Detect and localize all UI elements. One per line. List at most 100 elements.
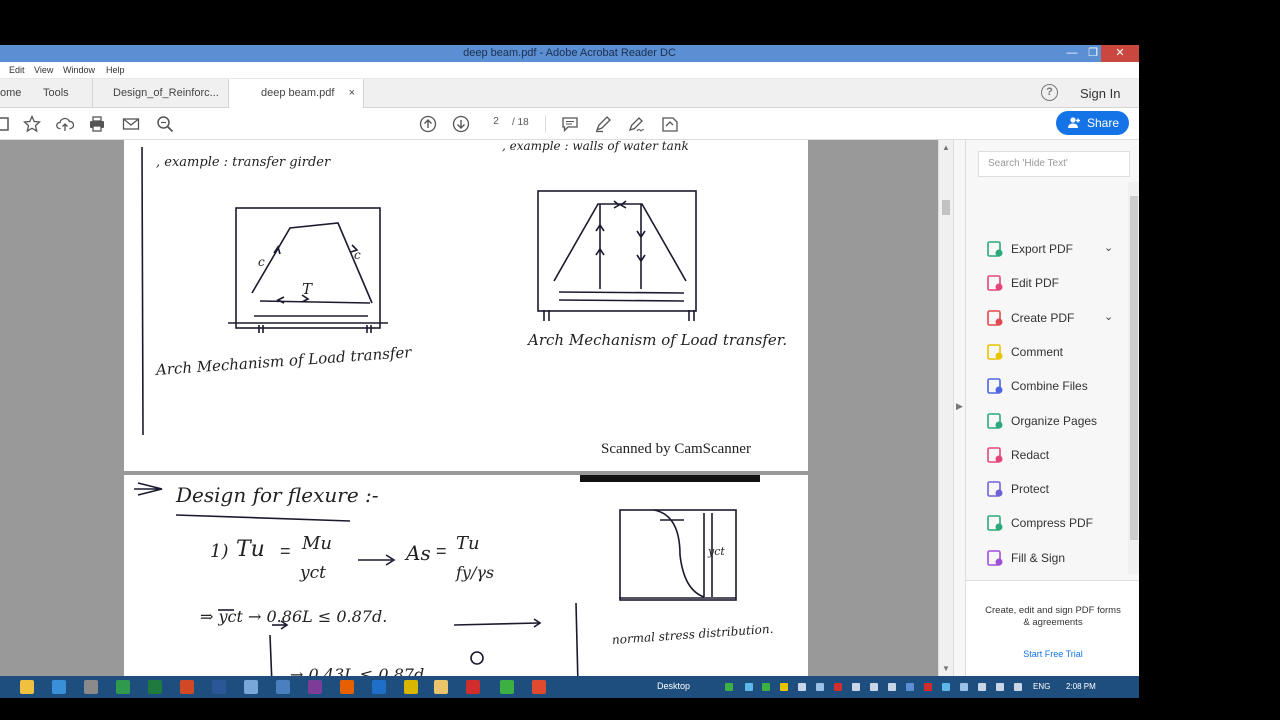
window-title: deep beam.pdf - Adobe Acrobat Reader DC bbox=[463, 47, 676, 59]
cloud-upload-icon[interactable] bbox=[56, 115, 75, 133]
desktop-toolbar-label[interactable]: Desktop bbox=[657, 681, 690, 691]
acrobat-window: deep beam.pdf - Adobe Acrobat Reader DC … bbox=[0, 45, 1139, 676]
scroll-down-icon[interactable]: ▼ bbox=[942, 664, 950, 673]
tool-combine-files[interactable]: Combine Files bbox=[986, 375, 1136, 397]
tray-icon[interactable] bbox=[834, 683, 842, 691]
scrollbar-thumb[interactable] bbox=[942, 200, 950, 215]
tray-icon[interactable] bbox=[745, 683, 753, 691]
outlook-icon[interactable] bbox=[372, 680, 386, 694]
language-indicator[interactable]: ENG bbox=[1033, 682, 1050, 691]
menu-edit[interactable]: Edit bbox=[9, 65, 25, 75]
tab-tools[interactable]: Tools bbox=[43, 79, 83, 108]
tray-icon[interactable] bbox=[870, 683, 878, 691]
tool-protect[interactable]: Protect bbox=[986, 478, 1136, 500]
tray-icon[interactable] bbox=[780, 683, 788, 691]
menu-view[interactable]: View bbox=[34, 65, 53, 75]
tray-icon[interactable] bbox=[852, 683, 860, 691]
tension-label: T bbox=[302, 280, 313, 298]
export-pdf-icon bbox=[987, 241, 1003, 257]
eq-lever-arm: ⇒ yct → 0.86L ≤ 0.87d. bbox=[200, 607, 388, 626]
highlight-pen-icon[interactable] bbox=[594, 115, 612, 133]
fill-sign-pen-icon[interactable] bbox=[627, 115, 645, 133]
battery-icon[interactable] bbox=[1014, 683, 1022, 691]
tray-icon[interactable] bbox=[725, 683, 733, 691]
tool-edit-pdf[interactable]: Edit PDF bbox=[986, 272, 1136, 294]
chevron-down-icon[interactable]: ⌄ bbox=[1104, 310, 1113, 323]
network-icon[interactable] bbox=[978, 683, 986, 691]
tray-icon[interactable] bbox=[798, 683, 806, 691]
acrobat-icon[interactable] bbox=[466, 680, 480, 694]
email-icon[interactable] bbox=[122, 115, 140, 133]
help-icon[interactable]: ? bbox=[1041, 84, 1058, 101]
document-view[interactable]: , example : transfer girder , example : … bbox=[0, 140, 938, 676]
page-total: / 18 bbox=[512, 117, 529, 128]
tool-fill-sign[interactable]: Fill & Sign bbox=[986, 547, 1136, 569]
tool-export-pdf[interactable]: Export PDF ⌄ bbox=[986, 238, 1136, 260]
menu-help[interactable]: Help bbox=[106, 65, 125, 75]
comment-icon[interactable] bbox=[561, 115, 579, 133]
close-button[interactable]: ✕ bbox=[1101, 45, 1139, 62]
internet-explorer-icon[interactable] bbox=[52, 680, 66, 694]
print-icon[interactable] bbox=[88, 115, 106, 133]
excel-green-icon[interactable] bbox=[116, 680, 130, 694]
folder-icon[interactable] bbox=[434, 680, 448, 694]
comment-icon bbox=[987, 344, 1003, 360]
tab-deep-beam[interactable]: deep beam.pdf × bbox=[228, 79, 364, 109]
promo-text: Create, edit and sign PDF forms & agreem… bbox=[985, 605, 1121, 628]
tool-redact[interactable]: Redact bbox=[986, 444, 1136, 466]
tray-icon[interactable] bbox=[942, 683, 950, 691]
toolbar-separator bbox=[545, 115, 546, 133]
previous-page-icon[interactable] bbox=[419, 115, 437, 133]
tool-label: Create PDF bbox=[1011, 310, 1075, 325]
tools-pane-scrollbar[interactable] bbox=[1128, 182, 1139, 574]
tab-design-of-reinforc[interactable]: Design_of_Reinforc... bbox=[113, 79, 223, 108]
camtasia-green-icon[interactable] bbox=[500, 680, 514, 694]
firefox-icon[interactable] bbox=[340, 680, 354, 694]
pdf-page-2: Design for flexure :- 1) Tu = Mu yct As … bbox=[124, 475, 808, 676]
scrollbar-thumb[interactable] bbox=[1130, 196, 1138, 540]
tab-label: Design_of_Reinforc... bbox=[113, 87, 219, 99]
onenote-icon[interactable] bbox=[308, 680, 322, 694]
menu-bar: Edit View Window Help bbox=[0, 62, 1139, 79]
tool-comment[interactable]: Comment bbox=[986, 341, 1136, 363]
notepad-icon[interactable] bbox=[244, 680, 258, 694]
tools-search-input[interactable]: Search 'Hide Text' bbox=[978, 151, 1130, 177]
bookmark-star-icon[interactable] bbox=[22, 114, 42, 133]
sticker-sign-icon[interactable] bbox=[661, 115, 679, 133]
start-free-trial-link[interactable]: Start Free Trial bbox=[966, 649, 1139, 659]
chevron-down-icon[interactable]: ⌄ bbox=[1104, 241, 1113, 254]
close-tab-icon[interactable]: × bbox=[349, 79, 355, 107]
sign-in-button[interactable]: Sign In bbox=[1080, 86, 1120, 101]
tray-icon[interactable] bbox=[960, 683, 968, 691]
tool-compress-pdf[interactable]: Compress PDF bbox=[986, 512, 1136, 534]
autocad-icon[interactable] bbox=[404, 680, 418, 694]
file-explorer-icon[interactable] bbox=[20, 680, 34, 694]
app-blue-icon[interactable] bbox=[276, 680, 290, 694]
menu-window[interactable]: Window bbox=[63, 65, 95, 75]
volume-icon[interactable] bbox=[996, 683, 1004, 691]
tab-home[interactable]: ome bbox=[0, 79, 40, 108]
word-icon[interactable] bbox=[212, 680, 226, 694]
excel-icon[interactable] bbox=[148, 680, 162, 694]
page-number-input[interactable]: 2 bbox=[483, 116, 509, 132]
document-scrollbar[interactable]: ▲ ▼ bbox=[938, 140, 953, 676]
tray-icon[interactable] bbox=[888, 683, 896, 691]
right-pane-toggle[interactable]: ▶ bbox=[953, 140, 965, 676]
tray-icon[interactable] bbox=[762, 683, 770, 691]
tool-organize-pages[interactable]: Organize Pages bbox=[986, 410, 1136, 432]
app-grey-icon[interactable] bbox=[84, 680, 98, 694]
share-button[interactable]: Share bbox=[1056, 111, 1129, 135]
tool-create-pdf[interactable]: Create PDF ⌄ bbox=[986, 307, 1136, 329]
clock[interactable]: 2:08 PM bbox=[1066, 682, 1096, 691]
tray-icon[interactable] bbox=[924, 683, 932, 691]
next-page-icon[interactable] bbox=[452, 115, 470, 133]
bluetooth-icon[interactable] bbox=[906, 683, 914, 691]
tray-icon[interactable] bbox=[816, 683, 824, 691]
powerpoint-icon[interactable] bbox=[180, 680, 194, 694]
save-icon[interactable] bbox=[0, 115, 12, 133]
camtasia-icon[interactable] bbox=[532, 680, 546, 694]
expand-right-icon[interactable]: ▶ bbox=[956, 401, 963, 412]
eq-fy: fy/γs bbox=[456, 563, 495, 582]
scroll-up-icon[interactable]: ▲ bbox=[942, 143, 950, 152]
search-icon[interactable] bbox=[156, 115, 174, 133]
